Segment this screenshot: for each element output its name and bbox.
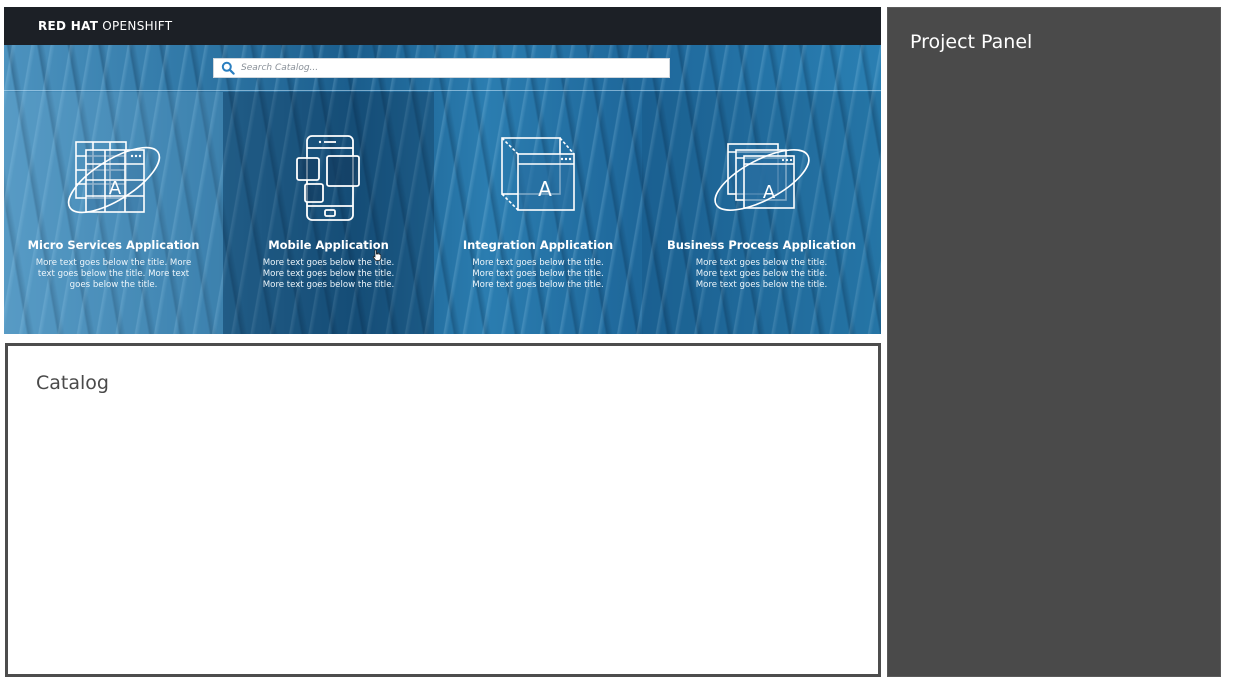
search-box[interactable] bbox=[213, 58, 670, 78]
search-row bbox=[4, 45, 881, 91]
tile-business-process[interactable]: A Business Process Application More text… bbox=[642, 92, 881, 334]
svg-text:A: A bbox=[762, 182, 775, 203]
microservices-icon: A bbox=[67, 141, 160, 214]
tile-title: Integration Application bbox=[462, 238, 614, 252]
mobile-icon bbox=[295, 135, 360, 221]
masthead: RED HAT OPENSHIFT bbox=[4, 7, 881, 45]
business-process-icon: A bbox=[713, 143, 810, 211]
brand-bold-text: RED HAT bbox=[38, 19, 99, 33]
project-panel-title: Project Panel bbox=[910, 31, 1033, 53]
catalog-hero: RED HAT OPENSHIFT Search Catalog... A Mi… bbox=[4, 7, 881, 334]
tile-description: More text goes below the title. More tex… bbox=[695, 258, 828, 290]
tile-description: More text goes below the title. More tex… bbox=[35, 258, 192, 290]
tile-micro-services[interactable]: A Micro Services Application More text g… bbox=[4, 92, 223, 334]
catalog-title: Catalog bbox=[36, 372, 109, 394]
brand-logo[interactable]: RED HAT OPENSHIFT bbox=[38, 19, 172, 33]
app-root: RED HAT OPENSHIFT Search Catalog... A Mi… bbox=[0, 0, 1233, 692]
application-tiles: A Micro Services Application More text g… bbox=[4, 92, 881, 334]
tile-title: Micro Services Application bbox=[27, 238, 200, 252]
search-input[interactable] bbox=[241, 63, 661, 73]
tile-description: More text goes below the title. More tex… bbox=[472, 258, 604, 290]
tile-title: Business Process Application bbox=[666, 238, 857, 252]
tile-integration[interactable]: A Integration Application More text goes… bbox=[434, 92, 642, 334]
tile-title: Mobile Application bbox=[268, 238, 389, 252]
svg-text:A: A bbox=[108, 178, 121, 199]
integration-icon: A bbox=[501, 137, 575, 211]
catalog-panel: Catalog bbox=[5, 343, 881, 677]
brand-light-text: OPENSHIFT bbox=[102, 19, 173, 33]
tile-mobile[interactable]: Mobile Application More text goes below … bbox=[223, 92, 434, 334]
hand-cursor-icon bbox=[372, 249, 382, 261]
tile-description: More text goes below the title. More tex… bbox=[262, 258, 395, 290]
project-panel: Project Panel bbox=[887, 7, 1221, 677]
svg-text:A: A bbox=[538, 177, 552, 201]
search-icon bbox=[221, 61, 235, 75]
